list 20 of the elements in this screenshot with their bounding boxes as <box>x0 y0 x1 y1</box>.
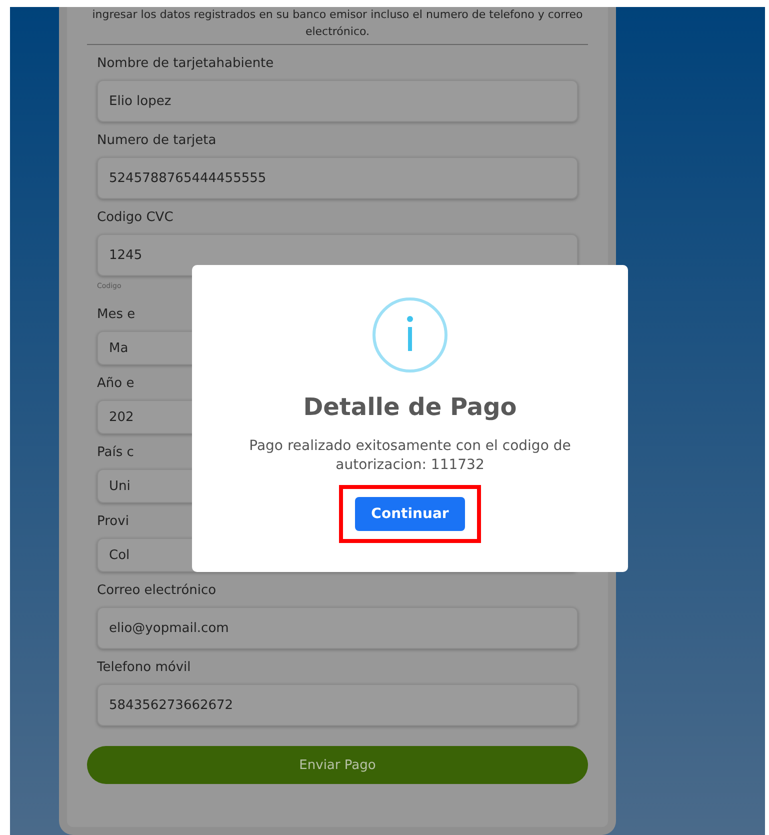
input-field[interactable]: elio@yopmail.com <box>97 607 578 649</box>
info-icon <box>372 297 448 373</box>
field-label: Telefono móvil <box>97 660 191 675</box>
intro-text: ingresar los datos registrados en su banco emisor incluso el numero de telefono y correo <box>91 7 584 23</box>
field-label: País c <box>97 445 134 460</box>
field-label: Mes e <box>97 307 136 322</box>
field-label: Provi <box>97 514 129 529</box>
input-field[interactable]: 584356273662672 <box>97 684 578 726</box>
dialog-title: Detalle de Pago <box>303 393 517 421</box>
field-label: Correo electrónico <box>97 583 216 598</box>
field-label: Numero de tarjeta <box>97 133 216 148</box>
input-field[interactable]: Elio lopez <box>97 80 578 122</box>
field-label: Año e <box>97 376 134 391</box>
send-payment-button[interactable]: Enviar Pago <box>87 746 588 784</box>
intro-text: electrónico. <box>304 24 371 40</box>
field-label: Codigo CVC <box>97 210 174 225</box>
field-label: Nombre de tarjetahabiente <box>97 56 274 71</box>
input-field[interactable]: 5245788765444455555 <box>97 157 578 199</box>
dialog-message: Pago realizado exitosamente con el codigo de autorizacion: 111732 <box>248 437 572 475</box>
continue-button[interactable]: Continuar <box>355 497 465 531</box>
